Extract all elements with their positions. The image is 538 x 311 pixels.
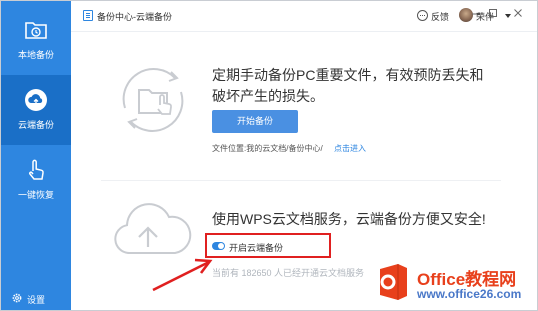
sidebar-item-local-backup[interactable]: 本地备份 bbox=[1, 5, 71, 75]
settings-label: 设置 bbox=[27, 295, 46, 305]
sidebar: 本地备份 云端备份 一键恢复 设置 bbox=[1, 1, 71, 310]
start-backup-button[interactable]: 开始备份 bbox=[212, 110, 298, 133]
file-location-label: 文件位置:我的云文档/备份中心/ bbox=[212, 144, 323, 153]
minimize-button[interactable] bbox=[469, 7, 483, 23]
sidebar-item-label: 云端备份 bbox=[17, 120, 54, 130]
sidebar-item-label: 本地备份 bbox=[17, 50, 54, 60]
open-location-link[interactable]: 点击进入 bbox=[334, 143, 366, 154]
watermark: Office教程网 www.office26.com bbox=[376, 259, 537, 310]
highlight-box bbox=[205, 233, 331, 258]
user-count-text: 当前有 182650 人已经开通云文档服务 bbox=[212, 268, 365, 278]
close-icon bbox=[514, 9, 522, 17]
backup-app-icon bbox=[83, 10, 93, 21]
sidebar-item-cloud-backup[interactable]: 云端备份 bbox=[1, 75, 71, 145]
title-bar: 备份中心-云端备份 反馈 荣伴 bbox=[71, 1, 537, 32]
close-button[interactable] bbox=[511, 7, 525, 23]
feedback-button[interactable]: 反馈 bbox=[431, 10, 449, 23]
maximize-button[interactable] bbox=[486, 7, 500, 23]
backup-center-window: 本地备份 云端备份 一键恢复 设置 备份中心-云端备份 反馈 荣伴 定期手动备份… bbox=[0, 0, 538, 311]
section-divider bbox=[101, 180, 501, 181]
gear-icon bbox=[12, 293, 22, 303]
annotation-arrow-icon bbox=[152, 258, 213, 292]
sidebar-item-one-click-restore[interactable]: 一键恢复 bbox=[1, 145, 71, 215]
office-logo-icon bbox=[380, 264, 407, 300]
folder-clock-icon bbox=[25, 22, 47, 39]
window-title: 备份中心-云端备份 bbox=[97, 12, 172, 22]
hand-pointer-icon bbox=[29, 159, 44, 180]
sidebar-item-label: 一键恢复 bbox=[17, 190, 54, 200]
settings-button[interactable]: 设置 bbox=[11, 291, 66, 307]
cloud-upload-illustration-icon bbox=[114, 203, 192, 254]
manual-backup-illustration-icon bbox=[122, 68, 184, 132]
maximize-icon bbox=[489, 9, 497, 17]
feedback-icon[interactable] bbox=[417, 10, 428, 21]
minimize-icon bbox=[472, 13, 480, 15]
watermark-url: www.office26.com bbox=[417, 287, 522, 301]
manual-backup-description: 定期手动备份PC重要文件，有效预防丢失和破坏产生的损失。 bbox=[212, 67, 484, 104]
cloud-backup-description: 使用WPS云文档服务，云端备份方便又安全! bbox=[212, 211, 486, 227]
cloud-upload-icon bbox=[25, 89, 47, 111]
